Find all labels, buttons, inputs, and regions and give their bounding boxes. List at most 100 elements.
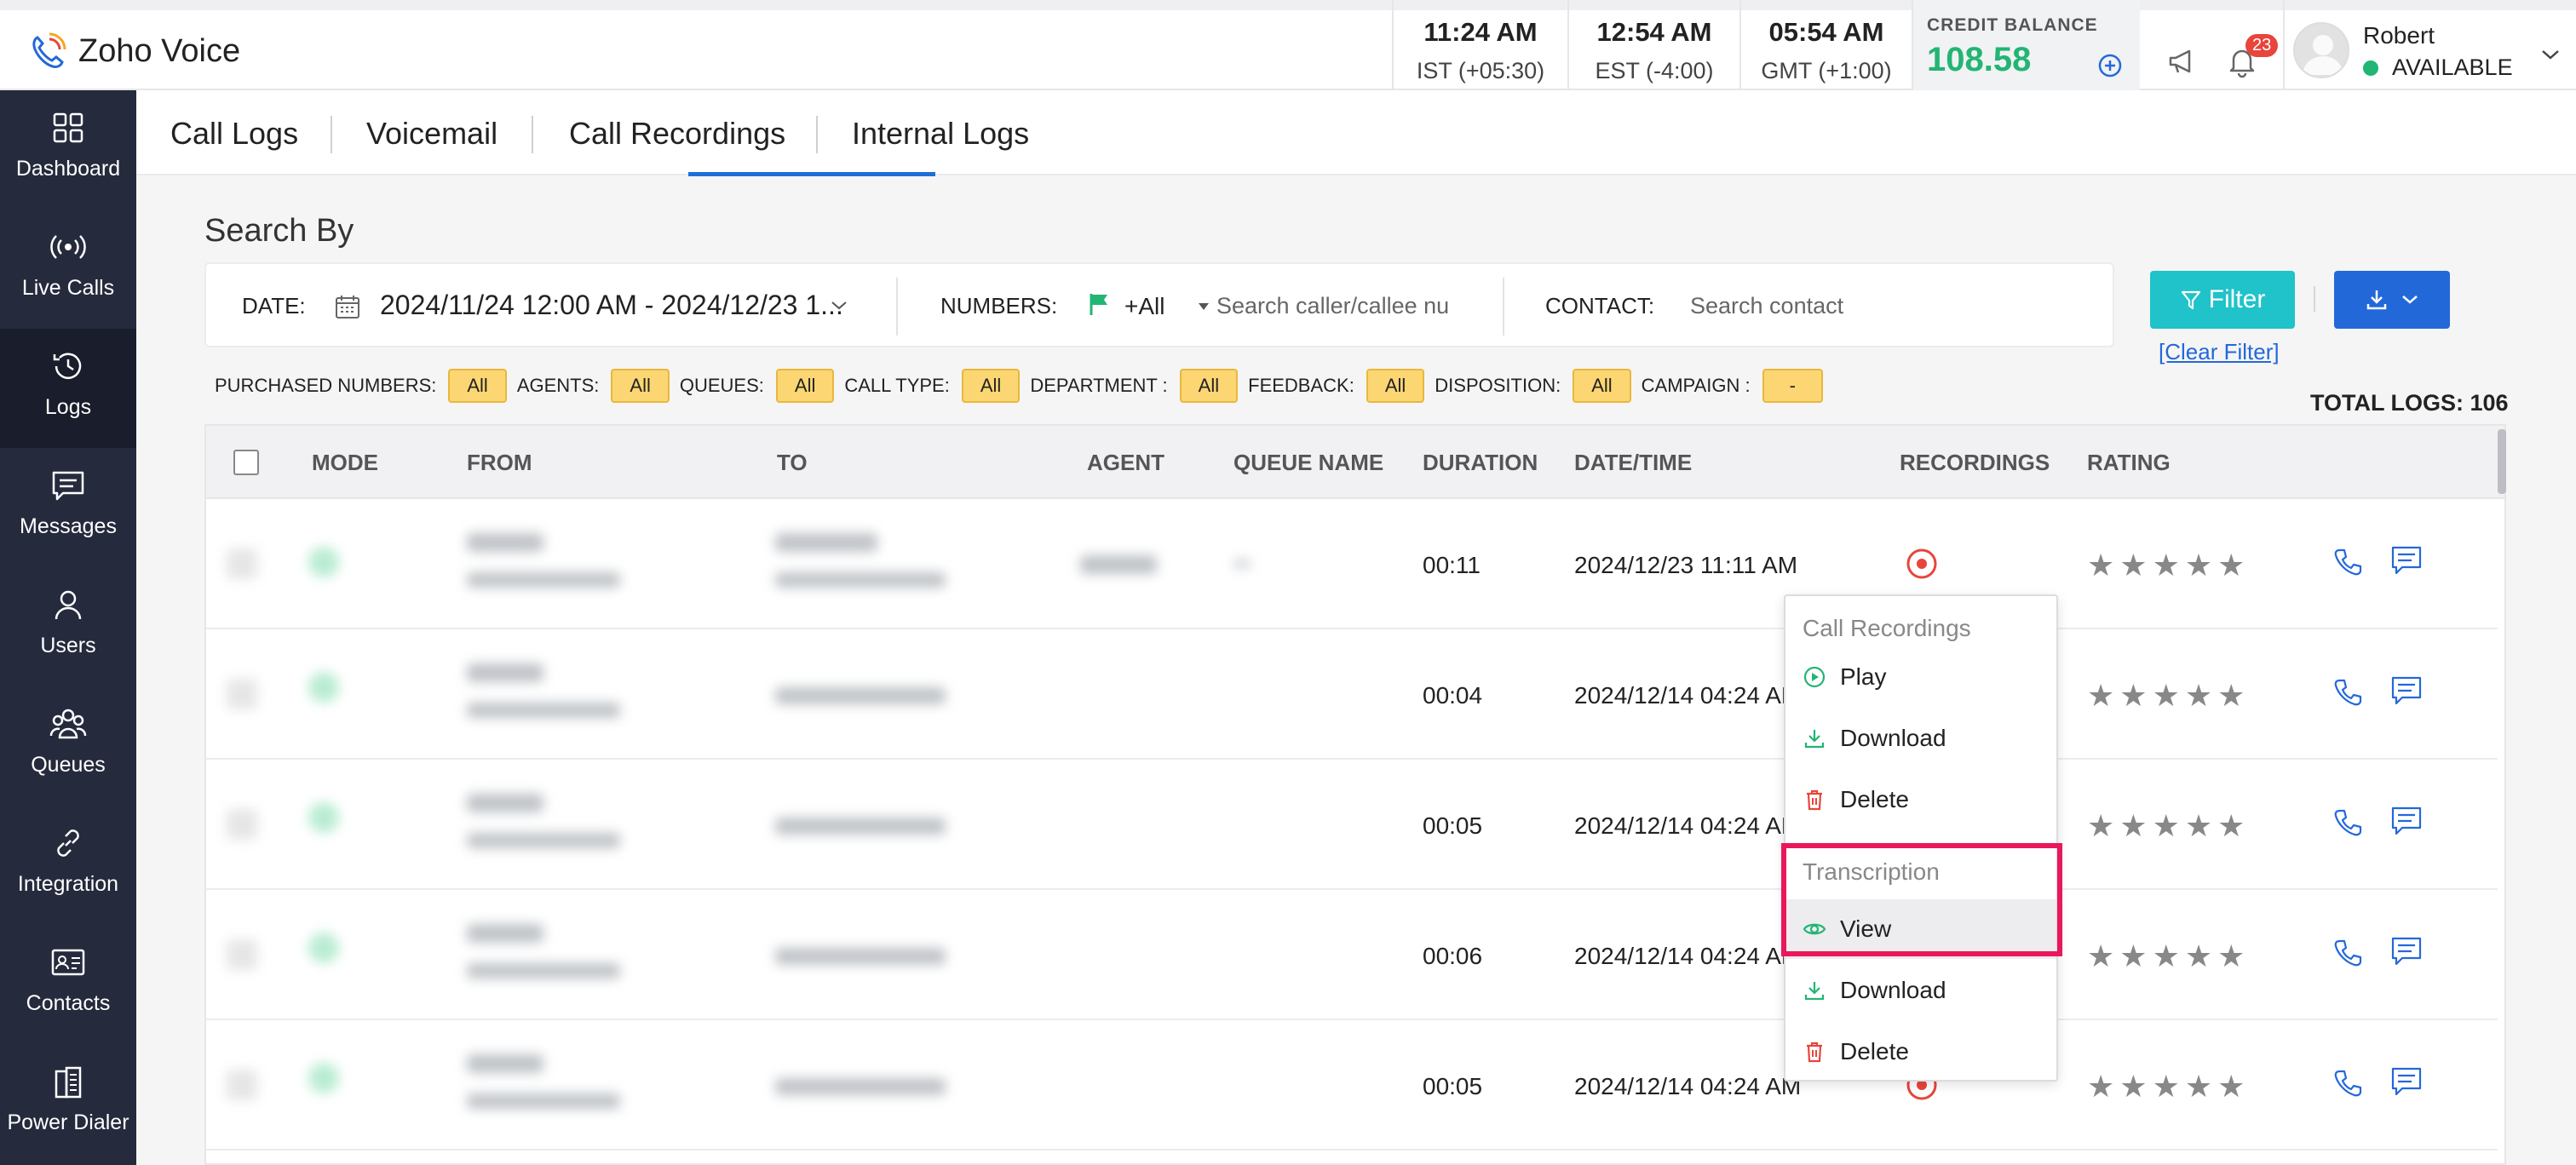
sidebar-item-users[interactable]: Users: [0, 567, 136, 686]
message-icon[interactable]: [2390, 675, 2423, 706]
chip-value[interactable]: All: [448, 369, 507, 403]
sidebar-item-dashboard[interactable]: Dashboard: [0, 90, 136, 209]
table-row[interactable]: 00:11 2024/12/23 11:11 AM ★ ★ ★ ★ ★: [206, 499, 2498, 629]
date-range-value[interactable]: 2024/11/24 12:00 AM - 2024/12/23 1...: [380, 290, 843, 321]
column-header[interactable]: RECORDINGS: [1900, 450, 2050, 476]
chip-value[interactable]: All: [775, 369, 835, 403]
rating-stars[interactable]: ★ ★ ★ ★ ★: [2087, 811, 2250, 841]
sidebar-item-label: Users: [40, 634, 96, 657]
sidebar-item-power-dialer[interactable]: Power Dialer: [0, 1044, 136, 1163]
table-row[interactable]: 00:05 2024/12/14 04:24 AM ★ ★ ★ ★ ★: [206, 1020, 2498, 1151]
download-recording-item[interactable]: Download: [1803, 717, 2041, 760]
caret-down-icon[interactable]: [1198, 301, 1210, 312]
scrollbar[interactable]: [2498, 429, 2506, 494]
message-icon[interactable]: [2390, 806, 2423, 836]
chip-label: CALL TYPE:: [844, 375, 950, 396]
avatar[interactable]: [2293, 22, 2349, 78]
export-button[interactable]: [2334, 271, 2450, 329]
tab-call-recordings[interactable]: Call Recordings: [569, 116, 785, 152]
clock-gmt: 05:54 AM GMT (+1:00): [1739, 0, 1912, 90]
phone-icon[interactable]: [2332, 938, 2363, 968]
message-icon[interactable]: [2390, 545, 2423, 576]
funnel-icon: [2181, 290, 2200, 310]
trash-icon: [1807, 789, 1822, 811]
tab-divider: [816, 116, 818, 153]
chip-value[interactable]: -: [1762, 369, 1823, 403]
total-logs-count: TOTAL LOGS: 106: [2310, 390, 2509, 416]
tab-voicemail[interactable]: Voicemail: [366, 116, 497, 152]
number-search-input[interactable]: Search caller/callee nu: [1216, 293, 1449, 319]
contact-search-input[interactable]: Search contact: [1690, 293, 1843, 319]
column-header[interactable]: AGENT: [1087, 450, 1164, 476]
phone-icon[interactable]: [2332, 807, 2363, 838]
chip-label: DISPOSITION:: [1435, 375, 1561, 396]
calendar-icon[interactable]: [334, 293, 361, 320]
sidebar-item-logs[interactable]: Logs: [0, 329, 136, 448]
sidebar-item-messages[interactable]: Messages: [0, 448, 136, 567]
message-icon[interactable]: [2390, 936, 2423, 967]
numbers-value[interactable]: +All: [1124, 293, 1164, 320]
sidebar-item-label: Messages: [20, 514, 117, 538]
sidebar-item-queues[interactable]: Queues: [0, 686, 136, 806]
table-row[interactable]: 00:05 2024/12/14 04:24 AM ★ ★ ★ ★ ★: [206, 760, 2498, 890]
brand[interactable]: Zoho Voice: [27, 27, 240, 75]
chevron-down-icon[interactable]: [2539, 46, 2562, 63]
tab-call-logs[interactable]: Call Logs: [170, 116, 298, 152]
column-header[interactable]: FROM: [467, 450, 532, 476]
chip-value[interactable]: All: [1179, 369, 1239, 403]
status-text: AVAILABLE: [2392, 55, 2513, 80]
rating-stars[interactable]: ★ ★ ★ ★ ★: [2087, 941, 2250, 972]
column-header[interactable]: MODE: [312, 450, 378, 476]
user-status[interactable]: AVAILABLE: [2363, 55, 2513, 81]
table-row[interactable]: 00:06 2024/12/14 04:24 AM ★ ★ ★ ★ ★: [206, 890, 2498, 1020]
filter-panel: DATE: 2024/11/24 12:00 AM - 2024/12/23 1…: [204, 262, 2114, 347]
column-header[interactable]: DATE/TIME: [1574, 450, 1692, 476]
duration-cell: 00:11: [1423, 552, 1481, 578]
chevron-down-icon[interactable]: [830, 298, 848, 313]
column-header[interactable]: QUEUE NAME: [1233, 450, 1383, 476]
chip-value[interactable]: All: [1573, 369, 1631, 403]
clock-zone: IST (+05:30): [1416, 58, 1545, 83]
sidebar-item-label: Live Calls: [21, 276, 115, 300]
tab-internal-logs[interactable]: Internal Logs: [852, 116, 1029, 152]
sidebar-item-live-calls[interactable]: Live Calls: [0, 209, 136, 329]
trash-icon: [1807, 1042, 1822, 1063]
clear-filter-link[interactable]: [Clear Filter]: [2159, 339, 2280, 365]
select-all-checkbox[interactable]: [233, 450, 259, 475]
sidebar-item-integration[interactable]: Integration: [0, 806, 136, 925]
sidebar: Dashboard Live Calls Logs Messages Users: [0, 90, 136, 1165]
active-filter-chips: PURCHASED NUMBERS: All AGENTS: All QUEUE…: [215, 369, 1833, 403]
phone-icon[interactable]: [2332, 1068, 2363, 1099]
phone-icon[interactable]: [2332, 677, 2363, 708]
announcement-icon[interactable]: [2165, 44, 2199, 78]
column-header[interactable]: DURATION: [1423, 450, 1538, 476]
filter-button[interactable]: Filter: [2150, 271, 2295, 329]
column-header[interactable]: TO: [777, 450, 808, 476]
message-icon[interactable]: [2390, 1066, 2423, 1097]
recording-icon[interactable]: [1905, 547, 1939, 581]
delete-transcription-item[interactable]: Delete: [1803, 1030, 2041, 1073]
clock-zone: EST (-4:00): [1595, 58, 1714, 83]
chip-value[interactable]: All: [1366, 369, 1425, 403]
delete-recording-item[interactable]: Delete: [1803, 778, 2041, 821]
recordings-table: MODE FROM TO AGENT QUEUE NAME DURATION D…: [204, 424, 2506, 1165]
rating-stars[interactable]: ★ ★ ★ ★ ★: [2087, 550, 2250, 581]
table-row[interactable]: 00:04 2024/12/14 04:24 AM ★ ★ ★ ★ ★: [206, 629, 2498, 760]
play-recording-item[interactable]: Play: [1803, 656, 2041, 698]
rating-stars[interactable]: ★ ★ ★ ★ ★: [2087, 1071, 2250, 1102]
duration-cell: 00:05: [1423, 812, 1483, 839]
chip-label: DEPARTMENT :: [1030, 375, 1168, 396]
clock-zone: GMT (+1:00): [1761, 58, 1892, 83]
download-icon: [1804, 730, 1825, 749]
chip-label: AGENTS:: [516, 375, 600, 396]
phone-icon[interactable]: [2332, 547, 2363, 577]
sidebar-item-contacts[interactable]: Contacts: [0, 925, 136, 1044]
download-transcription-item[interactable]: Download: [1803, 969, 2041, 1012]
chip-value[interactable]: All: [611, 369, 670, 403]
flag-icon: [1090, 294, 1107, 315]
rating-stars[interactable]: ★ ★ ★ ★ ★: [2087, 680, 2250, 711]
chip-value[interactable]: All: [961, 369, 1021, 403]
column-header[interactable]: RATING: [2087, 450, 2171, 476]
add-credit-icon[interactable]: [2097, 53, 2123, 78]
highlight-annotation-box: [1781, 843, 2062, 956]
